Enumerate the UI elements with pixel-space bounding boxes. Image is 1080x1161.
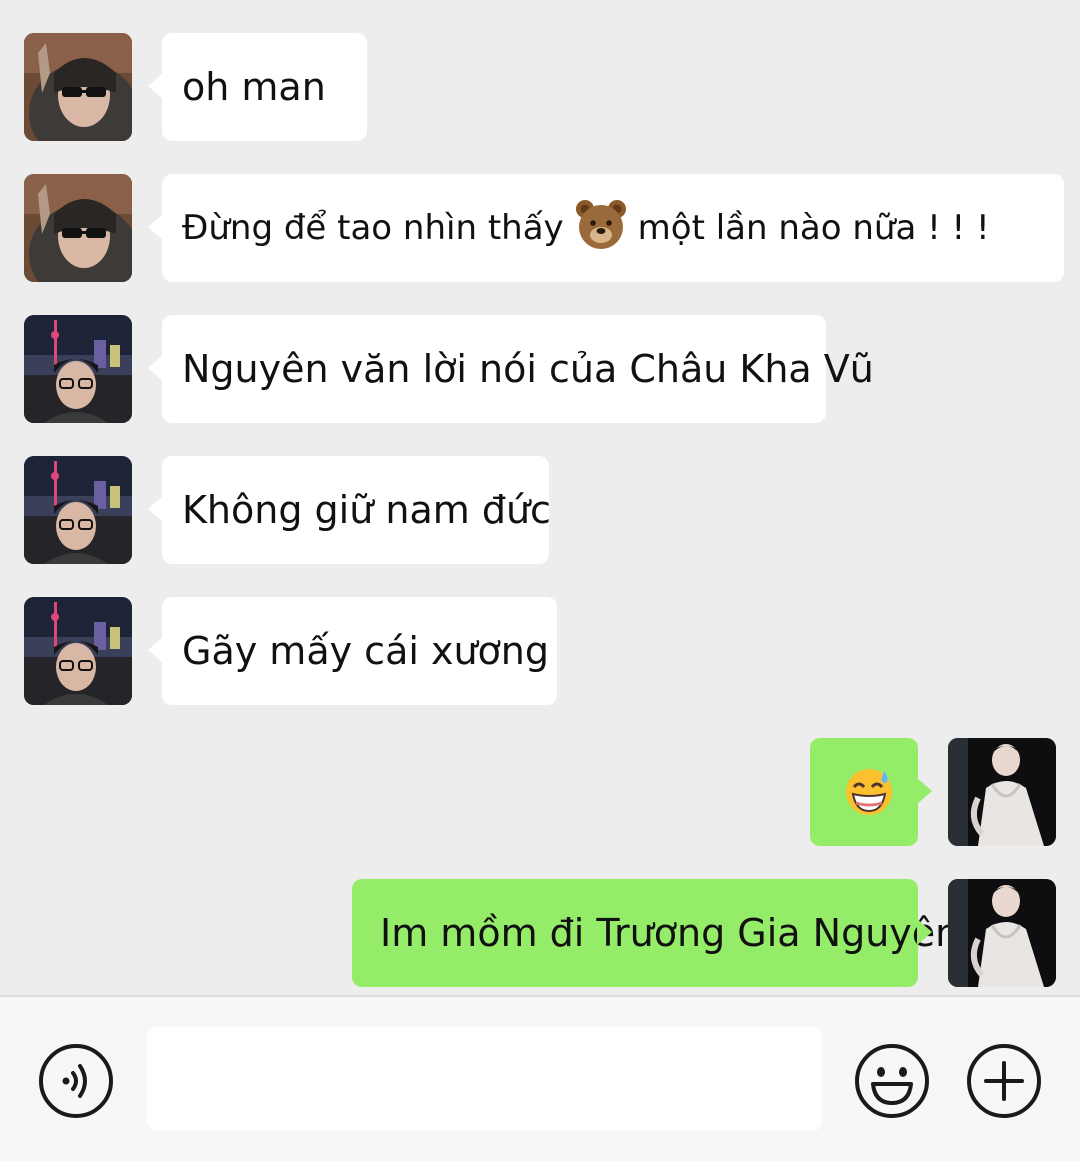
message-bubble-incoming[interactable]: oh man: [148, 33, 367, 141]
message-bubble-incoming[interactable]: Đừng để tao nhìn thấy một lần nào nữa ! …: [148, 174, 1064, 282]
bear-face-icon: [574, 197, 628, 260]
message-bubble-incoming[interactable]: Gãy mấy cái xương: [148, 597, 557, 705]
voice-icon[interactable]: [38, 1043, 114, 1119]
message-bubble-incoming[interactable]: Nguyên văn lời nói của Châu Kha Vũ: [148, 315, 874, 423]
avatar-friend-2[interactable]: [24, 315, 132, 423]
avatar-me[interactable]: [948, 738, 1056, 846]
message-bubble-outgoing[interactable]: [810, 738, 932, 846]
avatar-friend-1[interactable]: [24, 174, 132, 282]
avatar-friend-1[interactable]: [24, 33, 132, 141]
chat-area: oh man Đừng để tao nhìn thấy một lần nào…: [0, 0, 1080, 995]
avatar-me[interactable]: [948, 879, 1056, 987]
message-bubble-outgoing[interactable]: Im mồm đi Trương Gia Nguyên: [352, 879, 959, 987]
input-bar: [0, 995, 1080, 1161]
plus-icon[interactable]: [966, 1043, 1042, 1119]
message-text: Không giữ nam đức: [182, 488, 551, 532]
message-text: oh man: [182, 65, 326, 109]
message-bubble-incoming[interactable]: Không giữ nam đức: [148, 456, 551, 564]
grinning-sweat-face-icon: [844, 767, 894, 817]
message-text: Nguyên văn lời nói của Châu Kha Vũ: [182, 347, 874, 391]
message-text: Đừng để tao nhìn thấy: [182, 208, 564, 248]
message-text: Im mồm đi Trương Gia Nguyên: [380, 911, 960, 955]
message-text: Gãy mấy cái xương: [182, 629, 550, 673]
emoji-icon[interactable]: [854, 1043, 930, 1119]
message-input[interactable]: [147, 1027, 822, 1131]
message-text: một lần nào nữa ! ! !: [637, 208, 990, 248]
avatar-friend-2[interactable]: [24, 597, 132, 705]
avatar-friend-2[interactable]: [24, 456, 132, 564]
